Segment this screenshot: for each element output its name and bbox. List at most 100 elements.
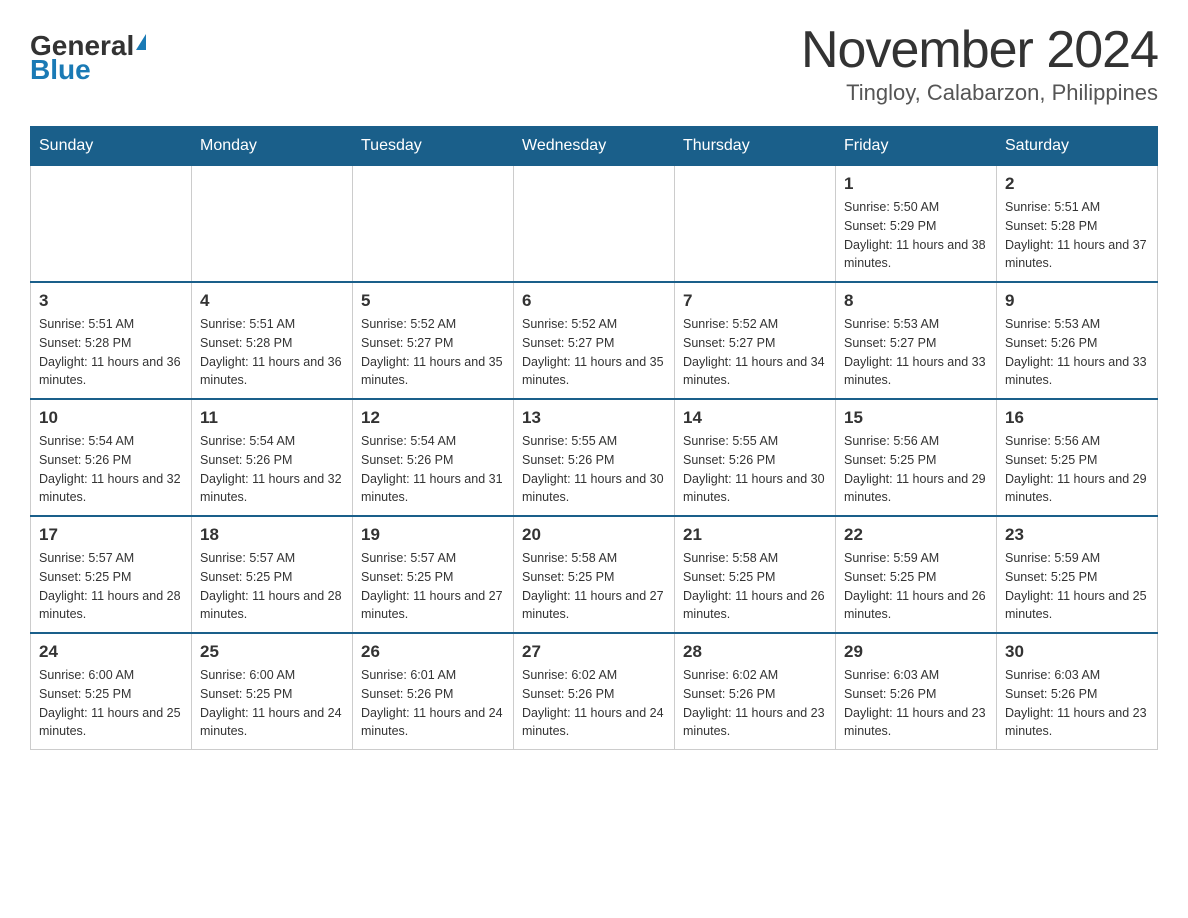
page-title: November 2024 bbox=[801, 20, 1158, 80]
day-number: 12 bbox=[361, 408, 505, 428]
calendar-week-row: 17 Sunrise: 5:57 AMSunset: 5:25 PMDayligh… bbox=[31, 516, 1158, 633]
day-info: Sunrise: 5:52 AMSunset: 5:27 PMDaylight:… bbox=[361, 315, 505, 390]
day-info: Sunrise: 5:56 AMSunset: 5:25 PMDaylight:… bbox=[844, 432, 988, 507]
calendar-cell: 13Sunrise: 5:55 AMSunset: 5:26 PMDayligh… bbox=[514, 399, 675, 516]
day-number: 19 bbox=[361, 525, 505, 545]
day-info: Sunrise: 5:55 AMSunset: 5:26 PMDaylight:… bbox=[522, 432, 666, 507]
day-info: Sunrise: 6:01 AMSunset: 5:26 PMDaylight:… bbox=[361, 666, 505, 741]
day-info: Sunrise: 6:00 AMSunset: 5:25 PMDaylight:… bbox=[200, 666, 344, 741]
calendar-cell: 21 Sunrise: 5:58 AMSunset: 5:25 PMDayligh… bbox=[675, 516, 836, 633]
day-info: Sunrise: 5:51 AMSunset: 5:28 PMDaylight:… bbox=[39, 315, 183, 390]
calendar-cell bbox=[353, 166, 514, 283]
day-number: 28 bbox=[683, 642, 827, 662]
day-info: Sunrise: 5:57 AMSunset: 5:25 PMDaylight:… bbox=[361, 549, 505, 624]
day-info: Sunrise: 5:52 AMSunset: 5:27 PMDaylight:… bbox=[683, 315, 827, 390]
calendar-cell: 15 Sunrise: 5:56 AMSunset: 5:25 PMDayligh… bbox=[836, 399, 997, 516]
calendar-cell: 8 Sunrise: 5:53 AMSunset: 5:27 PMDaylight… bbox=[836, 282, 997, 399]
day-info: Sunrise: 5:53 AMSunset: 5:27 PMDaylight:… bbox=[844, 315, 988, 390]
calendar-cell: 19 Sunrise: 5:57 AMSunset: 5:25 PMDayligh… bbox=[353, 516, 514, 633]
day-info: Sunrise: 5:54 AMSunset: 5:26 PMDaylight:… bbox=[39, 432, 183, 507]
day-info: Sunrise: 5:51 AMSunset: 5:28 PMDaylight:… bbox=[200, 315, 344, 390]
calendar-cell: 18 Sunrise: 5:57 AMSunset: 5:25 PMDayligh… bbox=[192, 516, 353, 633]
calendar-cell: 24Sunrise: 6:00 AMSunset: 5:25 PMDayligh… bbox=[31, 633, 192, 750]
calendar-cell: 4 Sunrise: 5:51 AMSunset: 5:28 PMDaylight… bbox=[192, 282, 353, 399]
day-number: 3 bbox=[39, 291, 183, 311]
calendar-cell: 5 Sunrise: 5:52 AMSunset: 5:27 PMDaylight… bbox=[353, 282, 514, 399]
day-info: Sunrise: 6:03 AMSunset: 5:26 PMDaylight:… bbox=[1005, 666, 1149, 741]
column-header-wednesday: Wednesday bbox=[514, 127, 675, 166]
day-info: Sunrise: 5:57 AMSunset: 5:25 PMDaylight:… bbox=[39, 549, 183, 624]
calendar-cell: 12 Sunrise: 5:54 AMSunset: 5:26 PMDayligh… bbox=[353, 399, 514, 516]
day-info: Sunrise: 5:54 AMSunset: 5:26 PMDaylight:… bbox=[361, 432, 505, 507]
day-number: 4 bbox=[200, 291, 344, 311]
day-number: 20 bbox=[522, 525, 666, 545]
calendar-week-row: 10 Sunrise: 5:54 AMSunset: 5:26 PMDayligh… bbox=[31, 399, 1158, 516]
day-number: 15 bbox=[844, 408, 988, 428]
calendar-cell: 14 Sunrise: 5:55 AMSunset: 5:26 PMDayligh… bbox=[675, 399, 836, 516]
day-info: Sunrise: 5:55 AMSunset: 5:26 PMDaylight:… bbox=[683, 432, 827, 507]
calendar-cell: 10 Sunrise: 5:54 AMSunset: 5:26 PMDayligh… bbox=[31, 399, 192, 516]
day-number: 11 bbox=[200, 408, 344, 428]
calendar-week-row: 1Sunrise: 5:50 AMSunset: 5:29 PMDaylight… bbox=[31, 166, 1158, 283]
day-info: Sunrise: 5:53 AMSunset: 5:26 PMDaylight:… bbox=[1005, 315, 1149, 390]
column-header-thursday: Thursday bbox=[675, 127, 836, 166]
day-number: 29 bbox=[844, 642, 988, 662]
calendar-week-row: 24Sunrise: 6:00 AMSunset: 5:25 PMDayligh… bbox=[31, 633, 1158, 750]
calendar-cell bbox=[31, 166, 192, 283]
column-header-saturday: Saturday bbox=[997, 127, 1158, 166]
day-number: 1 bbox=[844, 174, 988, 194]
calendar-cell bbox=[675, 166, 836, 283]
day-info: Sunrise: 5:54 AMSunset: 5:26 PMDaylight:… bbox=[200, 432, 344, 507]
day-number: 14 bbox=[683, 408, 827, 428]
day-number: 7 bbox=[683, 291, 827, 311]
column-header-tuesday: Tuesday bbox=[353, 127, 514, 166]
logo-triangle-icon bbox=[136, 34, 146, 50]
day-number: 16 bbox=[1005, 408, 1149, 428]
day-number: 25 bbox=[200, 642, 344, 662]
calendar-cell: 20 Sunrise: 5:58 AMSunset: 5:25 PMDayligh… bbox=[514, 516, 675, 633]
calendar-cell: 11 Sunrise: 5:54 AMSunset: 5:26 PMDayligh… bbox=[192, 399, 353, 516]
logo: General Blue bbox=[30, 30, 146, 86]
day-number: 30 bbox=[1005, 642, 1149, 662]
day-number: 23 bbox=[1005, 525, 1149, 545]
calendar-cell: 3 Sunrise: 5:51 AMSunset: 5:28 PMDaylight… bbox=[31, 282, 192, 399]
calendar-cell: 7 Sunrise: 5:52 AMSunset: 5:27 PMDaylight… bbox=[675, 282, 836, 399]
calendar-cell: 2 Sunrise: 5:51 AMSunset: 5:28 PMDaylight… bbox=[997, 166, 1158, 283]
calendar-cell: 23Sunrise: 5:59 AMSunset: 5:25 PMDayligh… bbox=[997, 516, 1158, 633]
day-number: 21 bbox=[683, 525, 827, 545]
day-info: Sunrise: 5:51 AMSunset: 5:28 PMDaylight:… bbox=[1005, 198, 1149, 273]
day-info: Sunrise: 6:02 AMSunset: 5:26 PMDaylight:… bbox=[522, 666, 666, 741]
day-number: 18 bbox=[200, 525, 344, 545]
column-header-monday: Monday bbox=[192, 127, 353, 166]
calendar-cell: 16 Sunrise: 5:56 AMSunset: 5:25 PMDayligh… bbox=[997, 399, 1158, 516]
calendar-cell bbox=[192, 166, 353, 283]
day-number: 26 bbox=[361, 642, 505, 662]
day-info: Sunrise: 5:58 AMSunset: 5:25 PMDaylight:… bbox=[522, 549, 666, 624]
day-info: Sunrise: 5:59 AMSunset: 5:25 PMDaylight:… bbox=[844, 549, 988, 624]
day-number: 27 bbox=[522, 642, 666, 662]
calendar-cell: 26 Sunrise: 6:01 AMSunset: 5:26 PMDayligh… bbox=[353, 633, 514, 750]
day-number: 5 bbox=[361, 291, 505, 311]
calendar-table: SundayMondayTuesdayWednesdayThursdayFrid… bbox=[30, 126, 1158, 750]
calendar-cell: 6Sunrise: 5:52 AMSunset: 5:27 PMDaylight… bbox=[514, 282, 675, 399]
day-number: 10 bbox=[39, 408, 183, 428]
day-number: 17 bbox=[39, 525, 183, 545]
calendar-cell: 29 Sunrise: 6:03 AMSunset: 5:26 PMDayligh… bbox=[836, 633, 997, 750]
column-header-sunday: Sunday bbox=[31, 127, 192, 166]
day-info: Sunrise: 5:56 AMSunset: 5:25 PMDaylight:… bbox=[1005, 432, 1149, 507]
calendar-cell bbox=[514, 166, 675, 283]
page-header: General Blue November 2024 Tingloy, Cala… bbox=[30, 20, 1158, 106]
day-number: 2 bbox=[1005, 174, 1149, 194]
calendar-cell: 25 Sunrise: 6:00 AMSunset: 5:25 PMDayligh… bbox=[192, 633, 353, 750]
calendar-cell: 28Sunrise: 6:02 AMSunset: 5:26 PMDayligh… bbox=[675, 633, 836, 750]
day-number: 8 bbox=[844, 291, 988, 311]
day-number: 22 bbox=[844, 525, 988, 545]
day-info: Sunrise: 5:58 AMSunset: 5:25 PMDaylight:… bbox=[683, 549, 827, 624]
calendar-cell: 27 Sunrise: 6:02 AMSunset: 5:26 PMDayligh… bbox=[514, 633, 675, 750]
calendar-cell: 1Sunrise: 5:50 AMSunset: 5:29 PMDaylight… bbox=[836, 166, 997, 283]
calendar-cell: 9Sunrise: 5:53 AMSunset: 5:26 PMDaylight… bbox=[997, 282, 1158, 399]
calendar-cell: 17 Sunrise: 5:57 AMSunset: 5:25 PMDayligh… bbox=[31, 516, 192, 633]
day-info: Sunrise: 5:57 AMSunset: 5:25 PMDaylight:… bbox=[200, 549, 344, 624]
page-subtitle: Tingloy, Calabarzon, Philippines bbox=[801, 80, 1158, 106]
day-info: Sunrise: 6:03 AMSunset: 5:26 PMDaylight:… bbox=[844, 666, 988, 741]
